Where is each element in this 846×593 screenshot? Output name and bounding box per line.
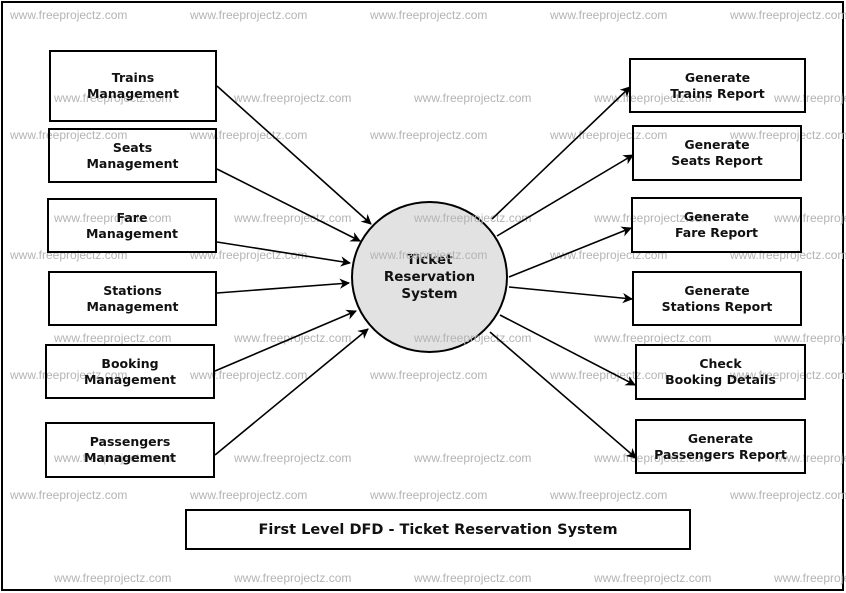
flow-arrow-booking-management-to-process [214,309,357,372]
flow-arrow-process-to-generate-trains-report [491,86,631,220]
flow-arrow-fare-management-to-process [216,241,352,267]
entity-label-line: Booking Details [665,372,776,387]
entity-generate-seats-report: Generate Seats Report [632,125,802,181]
entity-label-line: Management [83,450,176,465]
entity-generate-stations-report: Generate Stations Report [632,271,802,326]
entity-booking-management: Booking Management [45,344,215,399]
entity-label-line: Generate [684,69,751,85]
entity-label-line: Seats [112,139,153,155]
entity-generate-trains-report: Generate Trains Report [629,58,806,113]
entity-label-line: Generate [683,209,750,224]
entity-label-line: Seats Report [671,153,763,168]
flow-arrow-process-to-generate-fare-report [508,226,632,278]
entity-label-line: Fare Report [674,225,758,240]
entity-label-line: Booking [101,355,159,371]
entity-generate-passengers-report: Generate Passengers Report [635,419,806,474]
entity-label-line: Generate [687,430,754,446]
entity-label-line: Passengers [89,434,171,449]
flow-arrow-passengers-management-to-process [214,328,369,456]
diagram-canvas: www.freeprojectz.com www.freeprojectz.com… [0,0,846,593]
entity-label-line: Management [86,86,179,101]
entity-passengers-management: Passengers Management [45,422,215,478]
flow-arrow-seats-management-to-process [216,168,361,242]
entity-label-line: Trains Report [670,85,765,101]
entity-label-line: Fare [116,209,148,225]
entity-check-booking-details: Check Booking Details [635,344,806,400]
entity-trains-management: Trains Management [49,50,217,122]
entity-label-line: Stations Report [661,298,773,314]
flow-arrow-process-to-generate-passengers-report [489,331,637,459]
entity-label-line: Management [86,155,179,171]
diagram-title-box: First Level DFD - Ticket Reservation Sys… [185,509,691,550]
flow-arrow-trains-management-to-process [216,85,372,225]
entity-label-line: Trains [111,70,155,85]
flow-arrow-process-to-generate-stations-report [508,286,634,304]
entity-label-line: Stations [103,282,162,298]
flow-arrow-process-to-check-booking-details [499,314,636,386]
entity-label-line: Generate [684,282,750,298]
entity-label-line: Generate [684,137,750,152]
entity-label-line: Management [86,298,179,314]
entity-label-line: Management [85,225,178,241]
entity-label-line: Passengers Report [654,446,787,462]
flow-arrow-stations-management-to-process [216,278,351,294]
entity-label-line: Check [699,356,742,371]
entity-generate-fare-report: Generate Fare Report [631,197,802,253]
diagram-title: First Level DFD - Ticket Reservation Sys… [258,521,618,538]
entity-fare-management: Fare Management [47,198,217,253]
entity-seats-management: Seats Management [48,128,217,183]
entity-label-line: Management [83,371,176,387]
entity-stations-management: Stations Management [48,271,217,326]
